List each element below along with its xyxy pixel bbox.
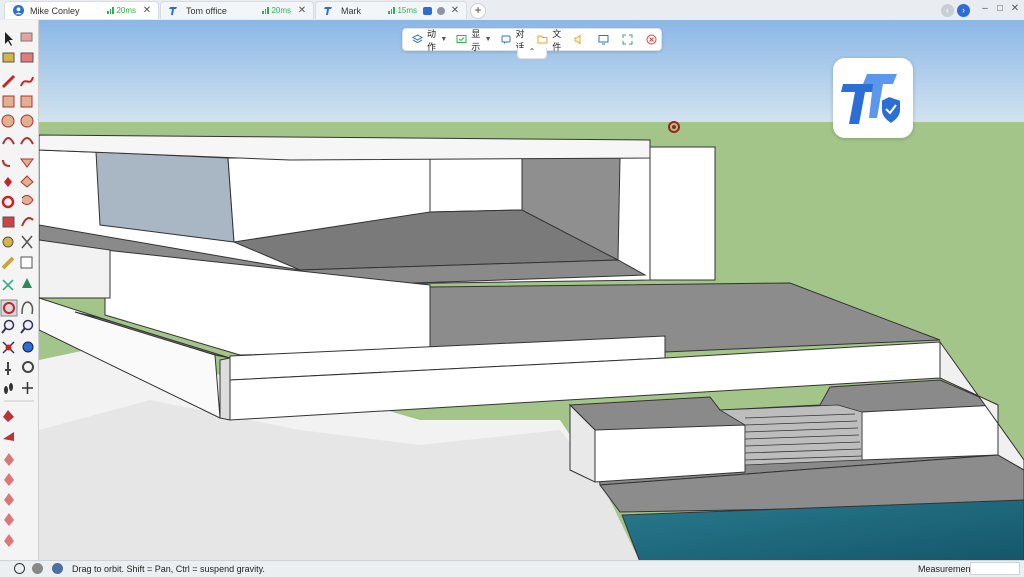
layers-icon — [412, 34, 423, 45]
signal-icon — [262, 7, 269, 14]
chat-icon — [501, 34, 512, 45]
tab-close-button[interactable]: ✕ — [297, 5, 307, 16]
close-circle-icon — [646, 34, 657, 45]
tab-mike-conley[interactable]: Mike Conley 20ms ✕ — [4, 1, 159, 19]
tab-ping: 20ms — [262, 6, 291, 15]
orbit-icon — [0, 299, 18, 317]
files-label: 文件 — [552, 28, 562, 52]
teamviewer-logo-icon — [841, 74, 902, 126]
speaker-icon — [574, 34, 585, 45]
eraser-icon — [20, 32, 33, 42]
status-hint: Drag to orbit. Shift = Pan, Ctrl = suspe… — [72, 564, 265, 574]
info-icon[interactable] — [14, 563, 25, 574]
user-avatar-icon — [13, 5, 24, 16]
chevron-down-icon: ▼ — [484, 36, 492, 43]
walk-icon — [5, 362, 11, 375]
ping-value: 20ms — [271, 6, 291, 15]
maximize-button[interactable]: □ — [993, 2, 1007, 16]
tool-palette — [0, 20, 39, 560]
zoom-extents-icon — [2, 341, 15, 354]
tape-icon — [20, 52, 34, 63]
tab-tom-office[interactable]: Tom office 20ms ✕ — [160, 1, 314, 19]
new-tab-button[interactable]: + — [470, 3, 486, 19]
chat-icon[interactable] — [423, 6, 432, 15]
measurements-label: Measurements — [918, 564, 978, 574]
help-icon[interactable] — [52, 563, 63, 574]
freehand-icon — [20, 76, 34, 87]
move-icon — [4, 177, 12, 187]
teamviewer-icon — [169, 5, 180, 16]
monitor-icon — [598, 34, 609, 45]
paint-bucket-icon — [2, 52, 15, 63]
status-bar: Drag to orbit. Shift = Pan, Ctrl = suspe… — [0, 560, 1024, 577]
fullscreen-button[interactable] — [622, 34, 637, 45]
pencil-icon — [1, 74, 16, 89]
tool-icons — [0, 32, 34, 547]
display-icon — [456, 34, 467, 45]
signal-icon — [107, 7, 114, 14]
ping-value: 20ms — [116, 6, 136, 15]
monitor-button[interactable] — [598, 34, 613, 45]
display-label: 显示 — [471, 28, 481, 52]
tab-bar: Mike Conley 20ms ✕ Tom office 20ms ✕ Mar… — [0, 0, 1024, 21]
zoom-icon — [1, 319, 15, 334]
measurements-input[interactable] — [970, 562, 1020, 575]
tab-close-button[interactable]: ✕ — [450, 5, 460, 16]
footprint-icon — [4, 383, 13, 394]
pan-icon — [21, 301, 34, 315]
select-arrow-icon — [5, 32, 13, 46]
close-window-button[interactable]: ✕ — [1008, 2, 1022, 16]
tab-close-button[interactable]: ✕ — [142, 5, 152, 16]
tab-label: Mark — [341, 5, 361, 16]
file-icon — [537, 34, 548, 45]
tab-mark[interactable]: Mark 15ms ✕ — [315, 1, 467, 19]
teamviewer-badge[interactable] — [833, 58, 913, 138]
actions-menu[interactable]: 动作 ▼ — [412, 27, 447, 53]
user-icon[interactable] — [32, 563, 43, 574]
fullscreen-icon — [622, 34, 633, 45]
axes-icon — [22, 382, 33, 394]
tab-label: Tom office — [186, 5, 227, 16]
speaker-button[interactable] — [574, 34, 589, 45]
chevron-down-icon: ▼ — [440, 36, 448, 43]
display-menu[interactable]: 显示 ▼ — [456, 27, 492, 53]
ping-value: 15ms — [397, 6, 417, 15]
actions-label: 动作 — [427, 28, 437, 52]
tab-ping: 15ms — [388, 6, 417, 15]
end-session-button[interactable] — [646, 34, 661, 45]
rotate-icon — [1, 195, 15, 209]
tape-measure-icon — [2, 236, 14, 248]
signal-icon — [388, 7, 395, 14]
minimize-button[interactable]: – — [978, 2, 992, 16]
collapse-toolbar-button[interactable]: ⌃ — [517, 48, 547, 59]
record-icon[interactable] — [437, 6, 445, 15]
back-button[interactable]: ‹ — [941, 4, 954, 17]
forward-button[interactable]: › — [957, 4, 970, 17]
tab-ping: 20ms — [107, 6, 136, 15]
teamviewer-icon — [324, 5, 335, 16]
sketchup-viewport[interactable]: 动作 ▼ 显示 ▼ 对话 文件 ⌃ — [39, 20, 1024, 560]
tab-label: Mike Conley — [30, 5, 80, 16]
